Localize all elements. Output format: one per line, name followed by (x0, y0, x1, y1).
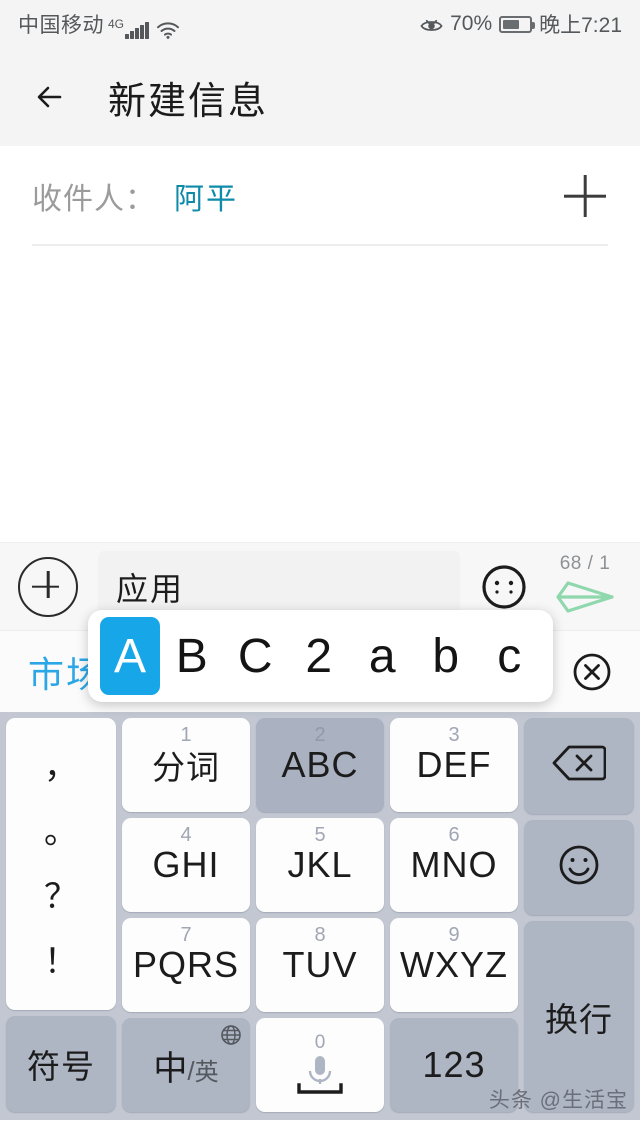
key-9-wxyz[interactable]: 9 WXYZ (390, 918, 518, 1012)
key-8-tuv[interactable]: 8 TUV (256, 918, 384, 1012)
clear-circle-icon[interactable] (568, 648, 616, 696)
message-body-area (0, 246, 640, 542)
keyboard-row-3: 7 PQRS 8 TUV 9 WXYZ (122, 918, 518, 1012)
key-language-toggle[interactable]: 中 / 英 (122, 1018, 250, 1112)
key-4-ghi[interactable]: 4 GHI (122, 818, 250, 912)
key-enter-newline[interactable]: 换行 (524, 921, 634, 1112)
key-language-label: 中 / 英 (153, 1049, 219, 1088)
key-emoji[interactable] (524, 819, 634, 915)
key-symbols[interactable]: 符号 (6, 1016, 116, 1112)
popup-item-1[interactable]: B (160, 617, 224, 695)
punct-exclaim[interactable]: ！ (44, 945, 78, 979)
send-plane-icon (554, 575, 616, 619)
key-3-def[interactable]: 3 DEF (390, 718, 518, 812)
emoji-face-icon[interactable] (476, 559, 532, 615)
key-preview-popup[interactable]: A B C 2 a b c (88, 610, 553, 702)
key-backspace[interactable] (524, 718, 634, 814)
recipient-value[interactable]: 阿平 (174, 174, 238, 218)
keyboard-row-4: 中 / 英 0 123 (122, 1018, 518, 1112)
eye-comfort-icon (420, 16, 443, 32)
punctuation-key[interactable]: ， 。 ？ ！ (6, 718, 116, 1010)
app-bar: 新建信息 (0, 48, 640, 146)
popup-item-2[interactable]: C (224, 617, 288, 695)
status-bar-right: 70% 晚上7:21 (420, 9, 622, 39)
key-space[interactable]: 0 (256, 1018, 384, 1112)
attach-plus-circle-icon[interactable] (18, 556, 78, 617)
keyboard-right-column: 换行 (524, 718, 634, 1112)
signal-strength-bars (125, 22, 149, 39)
punct-period[interactable]: 。 (44, 815, 78, 849)
keyboard-row-2: 4 GHI 5 JKL 6 MNO (122, 818, 518, 912)
keyboard-punct-column: ， 。 ？ ！ 符号 (6, 718, 116, 1112)
recipient-label: 收件人： (32, 183, 156, 216)
recipient-divider (32, 244, 608, 246)
wifi-icon (156, 21, 180, 39)
keyboard-row-1: 1 分词 2 ABC 3 DEF (122, 718, 518, 812)
phone-screen: 中国移动 4G 70% 晚上7:21 新建信息 收件人： 阿平 应用 68 / … (0, 0, 640, 1138)
key-1-fenci[interactable]: 1 分词 (122, 718, 250, 812)
recipient-row[interactable]: 收件人： 阿平 (0, 146, 640, 246)
key-7-pqrs[interactable]: 7 PQRS (122, 918, 250, 1012)
network-type-label: 4G (108, 17, 125, 31)
globe-icon (220, 1024, 242, 1046)
punct-comma[interactable]: ， (44, 750, 78, 784)
back-arrow-icon[interactable] (30, 77, 70, 117)
keyboard-main-columns: 1 分词 2 ABC 3 DEF 4 GHI 5 JKL 6 MNO 7 PQR… (122, 718, 518, 1112)
popup-item-5[interactable]: b (414, 617, 478, 695)
clock-label: 晚上7:21 (539, 14, 622, 37)
backspace-icon (552, 744, 607, 787)
key-5-jkl[interactable]: 5 JKL (256, 818, 384, 912)
key-6-mno[interactable]: 6 MNO (390, 818, 518, 912)
signal-bars-icon: 4G (108, 18, 149, 39)
key-numeric[interactable]: 123 (390, 1018, 518, 1112)
page-title: 新建信息 (108, 80, 269, 123)
popup-item-4[interactable]: a (351, 617, 415, 695)
punct-question[interactable]: ？ (44, 880, 78, 914)
send-button[interactable]: 68 / 1 (546, 554, 624, 619)
battery-percent-label: 70% (450, 12, 493, 35)
keyboard: ， 。 ？ ！ 符号 1 分词 2 ABC 3 DEF 4 GHI 5 JKL … (0, 712, 640, 1120)
carrier-label: 中国移动 (18, 14, 104, 37)
microphone-icon (285, 1054, 355, 1103)
smiley-icon (554, 840, 604, 895)
popup-item-3[interactable]: 2 (287, 617, 351, 695)
battery-icon (499, 15, 536, 33)
popup-item-6[interactable]: c (478, 617, 542, 695)
char-counter: 68 / 1 (559, 553, 611, 574)
status-bar-left: 中国移动 4G (18, 9, 180, 39)
key-2-abc[interactable]: 2 ABC (256, 718, 384, 812)
space-key-inner: 0 (285, 1033, 355, 1103)
add-contact-icon[interactable] (558, 169, 612, 223)
popup-item-0[interactable]: A (100, 617, 160, 695)
status-bar: 中国移动 4G 70% 晚上7:21 (0, 0, 640, 48)
